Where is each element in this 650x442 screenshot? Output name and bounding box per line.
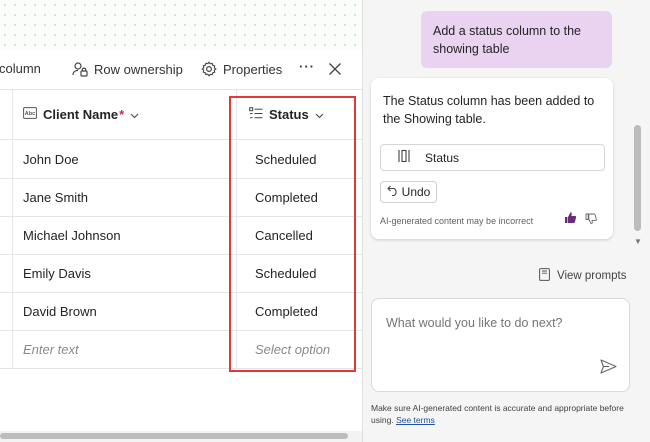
scroll-down-arrow-icon[interactable]: ▼ <box>634 238 642 246</box>
client-name-cell[interactable]: Emily Davis <box>12 255 237 292</box>
footer-note: Make sure AI-generated content is accura… <box>371 402 641 426</box>
text-abc-icon: Abc <box>23 107 37 122</box>
notebook-icon <box>539 268 550 284</box>
table-row[interactable]: Michael Johnson Cancelled <box>0 217 362 255</box>
copilot-panel: Add a status column to the showing table… <box>362 0 650 442</box>
close-icon <box>328 62 342 76</box>
column-header-client-name[interactable]: Abc Client Name * <box>12 90 237 139</box>
status-cell[interactable]: Cancelled <box>237 217 355 254</box>
table-toolbar: column Row ownership Properties ··· <box>0 50 362 90</box>
see-terms-link[interactable]: See terms <box>396 415 435 425</box>
prompt-composer[interactable] <box>371 298 630 392</box>
status-cell[interactable]: Scheduled <box>237 255 355 292</box>
ai-message: The Status column has been added to the … <box>383 94 595 126</box>
client-name-cell[interactable]: Jane Smith <box>12 179 237 216</box>
add-column-label: column <box>0 61 41 76</box>
properties-label: Properties <box>223 61 283 77</box>
close-button[interactable] <box>328 62 342 76</box>
svg-text:Abc: Abc <box>25 111 35 117</box>
undo-label: Undo <box>401 185 431 199</box>
row-ownership-label: Row ownership <box>94 61 183 77</box>
table-row[interactable]: David Brown Completed <box>0 293 362 331</box>
prompt-input[interactable] <box>386 316 606 330</box>
view-prompts-button[interactable]: View prompts <box>539 268 626 284</box>
chevron-down-icon <box>315 107 324 122</box>
list-choice-icon <box>249 106 263 123</box>
status-chip-label: Status <box>425 150 460 165</box>
view-prompts-label: View prompts <box>557 270 627 282</box>
send-icon[interactable] <box>600 359 617 379</box>
vertical-scrollbar-thumb[interactable] <box>634 125 641 231</box>
status-column-chip[interactable]: Status <box>380 144 605 171</box>
required-marker: * <box>119 107 125 122</box>
row-ownership-button[interactable]: Row ownership <box>72 61 183 77</box>
table-row[interactable]: Emily Davis Scheduled <box>0 255 362 293</box>
table-row[interactable]: Jane Smith Completed <box>0 179 362 217</box>
horizontal-scrollbar-thumb[interactable] <box>0 433 348 439</box>
column-icon <box>381 149 425 166</box>
user-message: Add a status column to the showing table <box>421 11 612 68</box>
ai-disclaimer: AI-generated content may be incorrect <box>380 216 534 226</box>
person-lock-icon <box>72 61 88 77</box>
data-table: Abc Client Name * Status John Doe Schedu… <box>0 90 362 430</box>
more-options-button[interactable]: ··· <box>299 59 315 74</box>
ai-response-card: The Status column has been added to the … <box>371 78 613 239</box>
thumbs-up-icon[interactable] <box>564 211 577 229</box>
more-icon: ··· <box>299 59 315 74</box>
table-row[interactable]: John Doe Scheduled <box>0 141 362 179</box>
properties-button[interactable]: Properties <box>201 61 282 77</box>
thumbs-down-icon[interactable] <box>585 212 597 230</box>
canvas-background <box>0 0 362 50</box>
client-name-cell[interactable]: David Brown <box>12 293 237 330</box>
client-name-new-input[interactable]: Enter text <box>12 331 237 368</box>
status-cell[interactable]: Completed <box>237 293 355 330</box>
table-header-row: Abc Client Name * Status <box>0 90 362 140</box>
gear-icon <box>201 61 217 77</box>
table-editor-panel: column Row ownership Properties ··· Abc … <box>0 0 362 442</box>
status-new-select[interactable]: Select option <box>237 331 355 368</box>
client-name-cell[interactable]: Michael Johnson <box>12 217 237 254</box>
column-header-label: Status <box>269 107 309 122</box>
undo-button[interactable]: Undo <box>380 181 437 203</box>
client-name-cell[interactable]: John Doe <box>12 141 237 178</box>
column-header-status[interactable]: Status <box>237 90 355 139</box>
column-header-label: Client Name <box>43 107 119 122</box>
status-cell[interactable]: Scheduled <box>237 141 355 178</box>
add-column-button[interactable]: column <box>0 61 41 76</box>
status-cell[interactable]: Completed <box>237 179 355 216</box>
chevron-down-icon <box>130 107 139 122</box>
new-row[interactable]: Enter text Select option <box>0 331 362 369</box>
undo-arrow-icon <box>386 185 399 199</box>
